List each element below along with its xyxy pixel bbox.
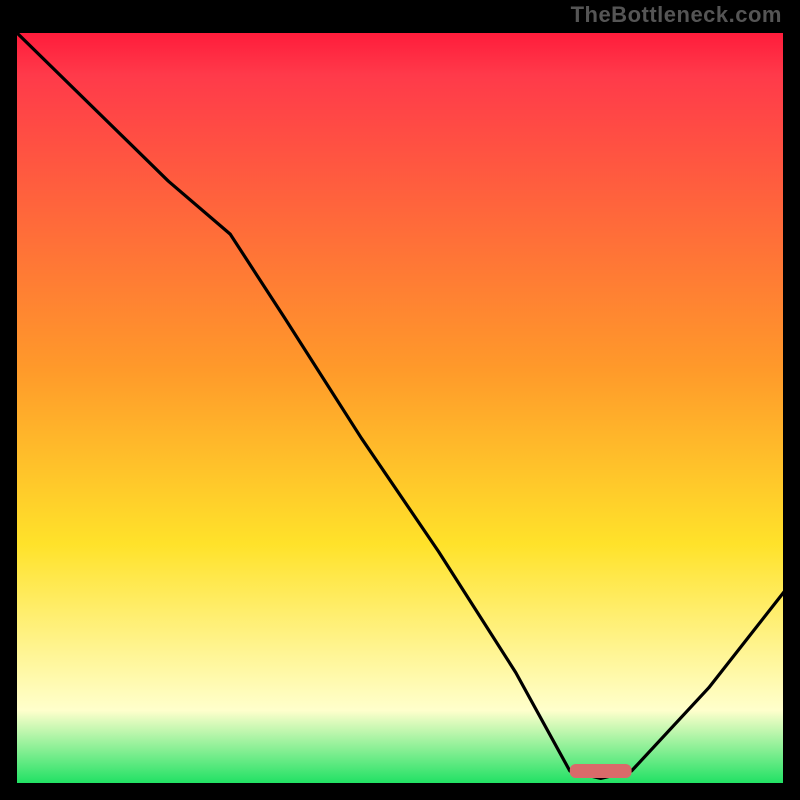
sweet-spot-marker	[570, 764, 632, 778]
chart-container: TheBottleneck.com	[0, 0, 800, 800]
chart-svg	[14, 30, 786, 786]
plot-area	[14, 30, 786, 786]
watermark-text: TheBottleneck.com	[571, 2, 782, 28]
